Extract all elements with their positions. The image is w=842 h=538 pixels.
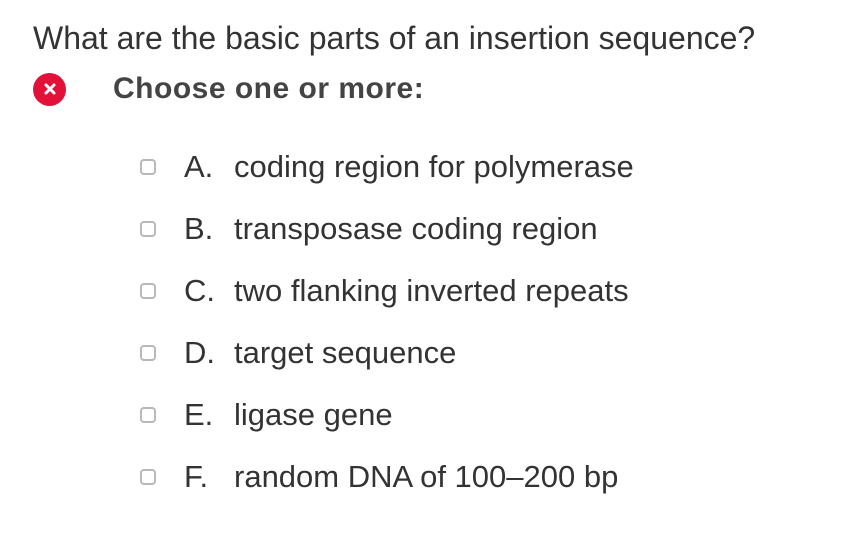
- option-b[interactable]: B. transposase coding region: [140, 198, 634, 260]
- option-letter: C.: [184, 273, 215, 308]
- option-label: two flanking inverted repeats: [234, 273, 629, 308]
- option-c-checkbox[interactable]: [140, 283, 156, 299]
- option-b-checkbox[interactable]: [140, 221, 156, 237]
- option-letter: B.: [184, 211, 214, 246]
- option-e[interactable]: E. ligase gene: [140, 384, 634, 446]
- answer-options: A. coding region for polymerase B. trans…: [140, 136, 634, 508]
- option-letter: E.: [184, 397, 214, 432]
- option-f-checkbox[interactable]: [140, 469, 156, 485]
- option-label: coding region for polymerase: [234, 149, 634, 184]
- instruction-row: Choose one or more:: [33, 69, 424, 109]
- option-letter: D.: [184, 335, 215, 370]
- instruction-text: Choose one or more:: [113, 72, 425, 105]
- option-d-checkbox[interactable]: [140, 345, 156, 361]
- option-a-checkbox[interactable]: [140, 159, 156, 175]
- option-label: transposase coding region: [234, 211, 598, 246]
- option-label: target sequence: [234, 335, 457, 370]
- option-letter: A.: [184, 149, 214, 184]
- option-f[interactable]: F. random DNA of 100–200 bp: [140, 446, 634, 508]
- option-e-checkbox[interactable]: [140, 407, 156, 423]
- option-d[interactable]: D. target sequence: [140, 322, 634, 384]
- option-label: ligase gene: [234, 397, 393, 432]
- question-text: What are the basic parts of an insertion…: [33, 20, 756, 56]
- x-circle-icon: [33, 72, 66, 106]
- option-a[interactable]: A. coding region for polymerase: [140, 136, 634, 198]
- option-label: random DNA of 100–200 bp: [234, 459, 619, 494]
- option-letter: F.: [184, 459, 209, 494]
- option-c[interactable]: C. two flanking inverted repeats: [140, 260, 634, 322]
